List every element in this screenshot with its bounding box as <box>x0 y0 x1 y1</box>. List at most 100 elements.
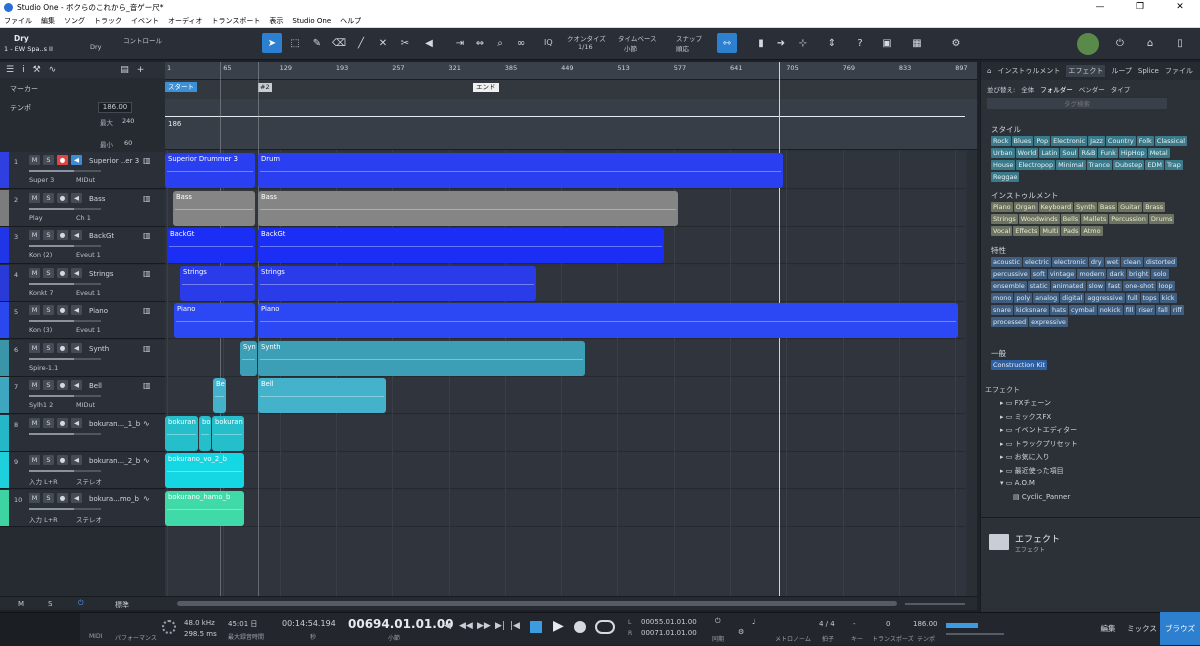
timebase-value[interactable]: 小節 <box>624 43 637 53</box>
event-clip[interactable]: BackGt <box>167 228 255 263</box>
tag-char[interactable]: fast <box>1106 281 1123 291</box>
tag-char[interactable]: ensemble <box>991 281 1027 291</box>
goto-start-icon[interactable]: ◀ <box>444 621 451 631</box>
tag-inst[interactable]: Strings <box>991 214 1018 224</box>
volume-fader[interactable] <box>29 320 101 322</box>
tag-inst[interactable]: Piano <box>991 202 1013 212</box>
tab-files[interactable]: ファイル <box>1165 66 1193 76</box>
tag-style[interactable]: House <box>991 160 1016 170</box>
track-name[interactable]: bokura...mo_b <box>89 495 139 503</box>
tag-char[interactable]: soft <box>1030 269 1047 279</box>
tab-instruments[interactable]: インストゥルメント <box>997 66 1060 76</box>
info-icon[interactable]: i <box>22 65 25 75</box>
tag-char[interactable]: kick <box>1159 293 1177 303</box>
autoscroll-icon[interactable]: ▮ <box>751 33 771 53</box>
tag-char[interactable]: loop <box>1156 281 1175 291</box>
track-output[interactable]: Ch 1 <box>76 214 91 222</box>
monitor-button[interactable]: ◀ <box>71 455 82 465</box>
solo-button[interactable]: S <box>43 305 54 315</box>
event-clip[interactable]: Piano <box>258 303 958 338</box>
track-name[interactable]: Bell <box>89 382 102 390</box>
tab-browse[interactable]: ブラウズ <box>1160 612 1200 645</box>
arrow-tool-icon[interactable]: ➤ <box>262 33 282 53</box>
eraser-tool-icon[interactable]: ⌫ <box>329 33 349 53</box>
tab-splice[interactable]: Splice <box>1138 67 1159 75</box>
document-icon[interactable]: ▯ <box>1170 33 1190 53</box>
tag-style[interactable]: Country <box>1105 136 1136 146</box>
menu-file[interactable]: ファイル <box>4 16 32 26</box>
track-input[interactable]: Spire-1.1 <box>29 364 58 372</box>
solo-button[interactable]: S <box>43 192 54 203</box>
tab-effects[interactable]: エフェクト <box>1066 65 1106 77</box>
monitor-button[interactable]: ◀ <box>71 267 82 278</box>
tag-char[interactable]: animated <box>1050 281 1086 291</box>
zoom-tool-icon[interactable]: ⌕ <box>490 33 510 53</box>
tag-style[interactable]: Classical <box>1154 136 1188 146</box>
track-header[interactable]: 8 M S ● ◀ bokuran..._1_b ∿ <box>0 414 165 452</box>
track-header[interactable]: 3 M S ● ◀ BackGt ▥ Kon (2) Eveut 1 <box>0 227 165 264</box>
event-clip[interactable]: Drum <box>258 153 783 188</box>
volume-fader[interactable] <box>29 357 101 360</box>
record-arm-button[interactable]: ● <box>57 342 68 353</box>
volume-fader[interactable] <box>29 170 101 172</box>
event-clip[interactable]: Syn <box>240 340 257 376</box>
sort-vendor[interactable]: ベンダー <box>1079 84 1105 94</box>
tag-char[interactable]: hats <box>1049 305 1069 315</box>
tempo-lane[interactable]: 186 <box>165 99 977 150</box>
track-header[interactable]: 5 M S ● ◀ Piano ▥ Kon (3) Eveut 1 <box>0 302 165 339</box>
power-icon[interactable]: ⏻ <box>1110 33 1130 53</box>
monitor-button[interactable]: ◀ <box>71 192 82 203</box>
tag-char[interactable]: electronic <box>1051 257 1088 267</box>
monitor-button[interactable]: ◀ <box>71 305 82 315</box>
key-icon[interactable]: - <box>853 620 856 628</box>
track-input[interactable]: Super 3 <box>29 176 54 184</box>
event-clip[interactable]: Superior Drummer 3 <box>165 153 255 188</box>
record-arm-button[interactable]: ● <box>57 230 68 240</box>
tag-style[interactable]: Minimal <box>1056 160 1086 170</box>
volume-fader[interactable] <box>29 470 101 472</box>
mute-button[interactable]: M <box>29 417 40 428</box>
track-output[interactable]: Eveut 1 <box>76 251 101 259</box>
solo-button[interactable]: S <box>43 492 54 503</box>
tag-char[interactable]: cymbal <box>1069 305 1097 315</box>
volume-fader[interactable] <box>29 395 101 397</box>
time-seconds[interactable]: 00:14:54.194 <box>282 619 336 628</box>
split-view-icon[interactable]: ⊹ <box>793 33 813 53</box>
event-clip[interactable]: Synth <box>258 340 585 376</box>
track-output[interactable]: MIDut <box>76 401 95 409</box>
loop-tool-icon[interactable]: ∞ <box>511 33 531 53</box>
track-lane[interactable] <box>165 452 965 489</box>
mute-button[interactable]: M <box>29 192 40 203</box>
tag-style[interactable]: R&B <box>1079 148 1098 158</box>
tree-item[interactable]: ▸ ▭ FXチェーン <box>1000 398 1051 408</box>
tag-inst[interactable]: Woodwinds <box>1018 214 1060 224</box>
empty-lane-area[interactable] <box>165 527 965 596</box>
track-name[interactable]: Synth <box>89 345 109 353</box>
monitor-button[interactable]: ◀ <box>71 417 82 428</box>
return-to-zero-icon[interactable]: |◀ <box>510 621 520 631</box>
tag-char[interactable]: snare <box>991 305 1014 315</box>
quantize-value[interactable]: 1/16 <box>578 43 593 51</box>
preset-select[interactable]: Dry <box>90 43 102 51</box>
track-header[interactable]: 2 M S ● ◀ Bass ▥ Play Ch 1 <box>0 189 165 227</box>
sort-all[interactable]: 全体 <box>1021 84 1034 94</box>
list-icon[interactable]: ▤ <box>120 65 129 75</box>
sync-icon[interactable]: ⏻ <box>715 617 721 626</box>
tag-char[interactable]: clean <box>1121 257 1143 267</box>
solo-button[interactable]: S <box>43 417 54 428</box>
stretch-tool-icon[interactable]: ⇔ <box>470 33 490 53</box>
tag-style[interactable]: Jazz <box>1088 136 1105 146</box>
marker-lane[interactable]: スタート #2 エンド <box>165 80 977 99</box>
mute-button[interactable]: M <box>29 155 40 165</box>
tempo-value[interactable]: 186.00 <box>913 620 938 628</box>
tag-inst[interactable]: Effects <box>1013 226 1040 236</box>
menu-help[interactable]: ヘルプ <box>340 16 361 26</box>
tag-inst[interactable]: Mallets <box>1081 214 1109 224</box>
tag-style[interactable]: Trance <box>1086 160 1112 170</box>
track-header[interactable]: 4 M S ● ◀ Strings ▥ Konkt 7 Eveut 1 <box>0 264 165 302</box>
tag-char[interactable]: fall <box>1155 305 1170 315</box>
mute-tool-icon[interactable]: ✕ <box>373 33 393 53</box>
tag-style[interactable]: EDM <box>1145 160 1165 170</box>
track-name[interactable]: Bass <box>89 195 105 203</box>
track-output[interactable]: ステレオ <box>76 476 102 486</box>
